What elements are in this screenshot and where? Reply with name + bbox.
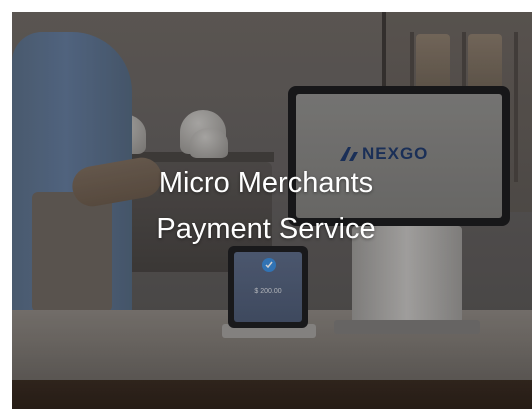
hero-caption: Micro Merchants Payment Service — [0, 160, 532, 252]
caption-line-1: Micro Merchants — [158, 167, 374, 199]
caption-line-2: Payment Service — [156, 213, 376, 245]
